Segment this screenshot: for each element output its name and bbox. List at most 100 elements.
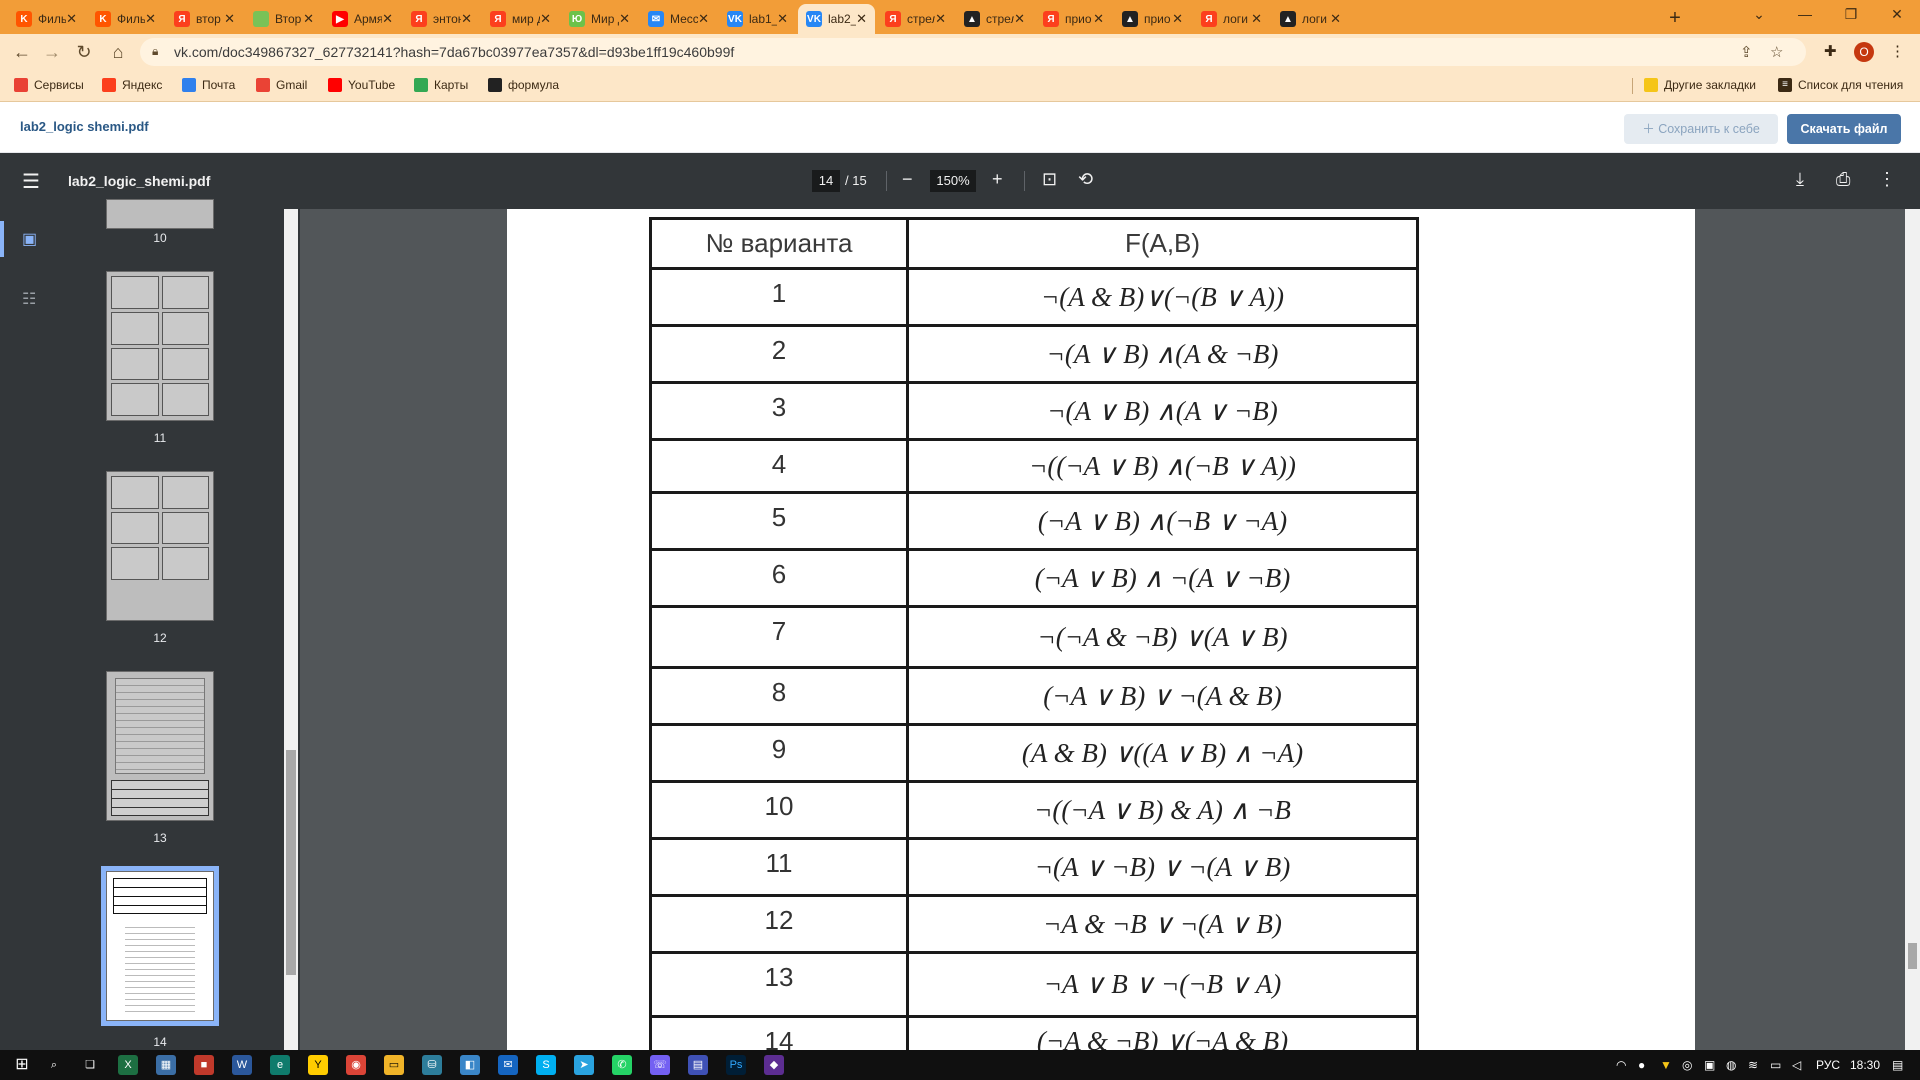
wifi-icon[interactable]: ≋: [1748, 1058, 1758, 1072]
close-tab-icon[interactable]: ✕: [66, 11, 77, 27]
browser-tab[interactable]: VK lab2_ ✕: [798, 4, 875, 34]
sidebar-scrollbar-thumb[interactable]: [286, 750, 296, 975]
other-bookmarks[interactable]: Другие закладки: [1644, 78, 1756, 92]
browser-tab[interactable]: K Филь ✕: [8, 4, 85, 34]
browser-tab[interactable]: Ялоги ✕: [1193, 4, 1270, 34]
reload-icon[interactable]: ↻: [70, 38, 98, 66]
whatsapp-icon[interactable]: ✆: [612, 1055, 632, 1075]
bookmark-item[interactable]: Почта: [182, 78, 235, 92]
chrome-icon[interactable]: ◉: [346, 1055, 366, 1075]
browser-tab[interactable]: K Филь ✕: [87, 4, 164, 34]
app-icon[interactable]: ▦: [156, 1055, 176, 1075]
close-tab-icon[interactable]: ✕: [382, 11, 393, 27]
download-file-button[interactable]: Скачать файл: [1787, 114, 1901, 144]
bookmark-star-icon[interactable]: ☆: [1770, 43, 1783, 61]
browser-tab[interactable]: ▶ Армя ✕: [324, 4, 401, 34]
close-tab-icon[interactable]: ✕: [540, 11, 551, 27]
close-tab-icon[interactable]: ✕: [224, 11, 235, 27]
close-tab-icon[interactable]: ✕: [856, 11, 867, 27]
browser-tab[interactable]: ▲ прио ✕: [1114, 4, 1191, 34]
close-tab-icon[interactable]: ✕: [303, 11, 314, 27]
volume-icon[interactable]: ◁: [1792, 1058, 1801, 1072]
yandex-browser-icon[interactable]: Y: [308, 1055, 328, 1075]
close-tab-icon[interactable]: ✕: [1014, 11, 1025, 27]
word-icon[interactable]: W: [232, 1055, 252, 1075]
address-bar[interactable]: 🔒︎ vk.com/doc349867327_627732141?hash=7d…: [140, 38, 1806, 66]
telegram-icon[interactable]: ➤: [574, 1055, 594, 1075]
extensions-icon[interactable]: ✚: [1824, 42, 1837, 60]
photoshop-icon[interactable]: Ps: [726, 1055, 746, 1075]
page-thumbnail[interactable]: [106, 671, 214, 821]
page-scrollbar-thumb[interactable]: [1908, 943, 1917, 969]
browser-tab[interactable]: Ястрел ✕: [877, 4, 954, 34]
browser-tab[interactable]: ✉ Месс ✕: [640, 4, 717, 34]
page-thumbnail[interactable]: [106, 271, 214, 421]
print-icon[interactable]: ⎙: [1836, 169, 1850, 190]
language-indicator[interactable]: РУС: [1816, 1058, 1840, 1072]
bookmark-item[interactable]: Карты: [414, 78, 468, 92]
browser-tab[interactable]: Явтор ✕: [166, 4, 243, 34]
browser-tab[interactable]: Яприо ✕: [1035, 4, 1112, 34]
app-icon[interactable]: ▤: [688, 1055, 708, 1075]
close-window-button[interactable]: ✕: [1874, 0, 1920, 30]
task-view-icon[interactable]: ❏: [80, 1055, 100, 1075]
clock[interactable]: 18:30: [1850, 1058, 1880, 1072]
network-icon[interactable]: ◠: [1616, 1058, 1626, 1072]
app-icon[interactable]: ■: [194, 1055, 214, 1075]
edge-icon[interactable]: e: [270, 1055, 290, 1075]
thumbnails-view-icon[interactable]: ▣: [22, 229, 37, 249]
menu-kebab-icon[interactable]: ⋮: [1890, 42, 1905, 60]
avatar[interactable]: О: [1854, 42, 1874, 62]
fit-page-icon[interactable]: ⊡: [1042, 169, 1057, 190]
close-tab-icon[interactable]: ✕: [777, 11, 788, 27]
windows-start-icon[interactable]: ⊞: [12, 1055, 32, 1075]
zoom-in-icon[interactable]: +: [992, 169, 1003, 190]
page-thumbnail-current[interactable]: [101, 866, 219, 1026]
back-icon[interactable]: ←: [8, 38, 36, 66]
bookmark-item[interactable]: формула: [488, 78, 559, 92]
forward-icon[interactable]: →: [38, 38, 66, 66]
search-icon[interactable]: ⌕: [44, 1055, 64, 1075]
minimize-button[interactable]: —: [1782, 0, 1828, 30]
browser-tab[interactable]: VK lab1_ ✕: [719, 4, 796, 34]
lock-icon[interactable]: 🔒︎: [152, 44, 158, 59]
browser-tab[interactable]: Ямир д✕: [482, 4, 559, 34]
close-tab-icon[interactable]: ✕: [1330, 11, 1341, 27]
rotate-icon[interactable]: ⟲: [1078, 169, 1093, 190]
tab-search-icon[interactable]: ⌄: [1736, 0, 1782, 30]
share-icon[interactable]: ⇪: [1740, 43, 1753, 61]
page-thumbnail[interactable]: [106, 199, 214, 229]
page-thumbnail[interactable]: [106, 471, 214, 621]
hamburger-menu-icon[interactable]: ☰: [22, 169, 40, 194]
bookmark-item[interactable]: Gmail: [256, 78, 307, 92]
tray-app-icon[interactable]: ▼: [1660, 1058, 1672, 1072]
zoom-out-icon[interactable]: −: [902, 169, 913, 190]
page-number-input[interactable]: 14: [812, 170, 840, 192]
restore-button[interactable]: ❐: [1828, 0, 1874, 30]
excel-icon[interactable]: X: [118, 1055, 138, 1075]
mail-icon[interactable]: ✉: [498, 1055, 518, 1075]
browser-tab[interactable]: Яэнтон✕: [403, 4, 480, 34]
browser-tab[interactable]: Втор ✕: [245, 4, 322, 34]
bookmark-item[interactable]: Яндекс: [102, 78, 162, 92]
close-tab-icon[interactable]: ✕: [145, 11, 156, 27]
app-icon[interactable]: ◧: [460, 1055, 480, 1075]
browser-tab[interactable]: Ю Мир д✕: [561, 4, 638, 34]
skype-icon[interactable]: S: [536, 1055, 556, 1075]
tray-app-icon[interactable]: ●: [1638, 1058, 1645, 1072]
tray-app-icon[interactable]: ◎: [1682, 1058, 1692, 1072]
home-icon[interactable]: ⌂: [104, 38, 132, 66]
bookmark-item[interactable]: Сервисы: [14, 78, 84, 92]
browser-tab[interactable]: ▲ логи ✕: [1272, 4, 1349, 34]
more-options-icon[interactable]: ⋮: [1878, 169, 1896, 190]
outline-view-icon[interactable]: ☷: [22, 289, 36, 309]
notifications-icon[interactable]: ▤: [1892, 1058, 1903, 1072]
close-tab-icon[interactable]: ✕: [698, 11, 709, 27]
reading-list[interactable]: ≡ Список для чтения: [1778, 78, 1903, 92]
tray-app-icon[interactable]: ▣: [1704, 1058, 1715, 1072]
battery-icon[interactable]: ▭: [1770, 1058, 1781, 1072]
new-tab-button[interactable]: +: [1662, 5, 1688, 31]
close-tab-icon[interactable]: ✕: [619, 11, 630, 27]
zoom-level-input[interactable]: 150%: [930, 170, 976, 192]
save-to-me-button[interactable]: ＋ Сохранить к себе: [1624, 114, 1778, 144]
